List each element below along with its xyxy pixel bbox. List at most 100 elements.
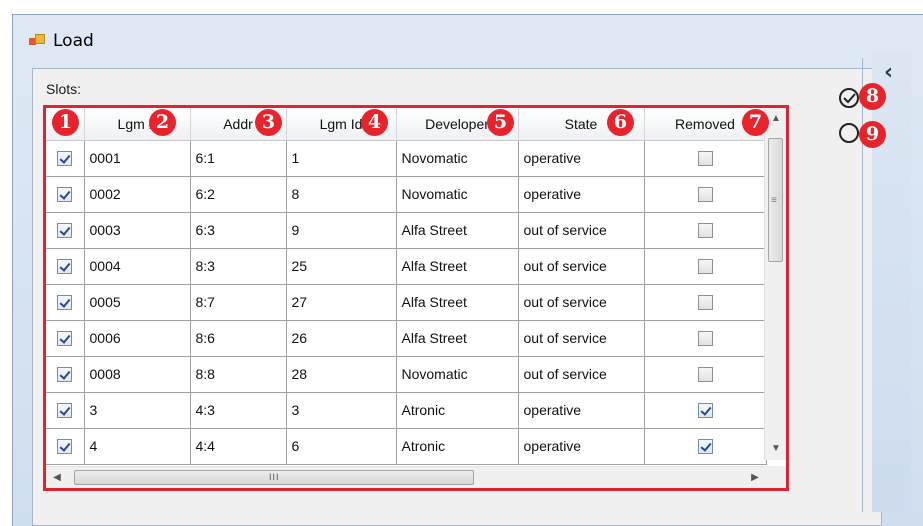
row-select-checkbox[interactable] [57,223,73,239]
cell-developer[interactable]: Novomatic [396,356,519,393]
row-select-cell [46,140,85,177]
row-select-cell [46,248,85,285]
row-select-checkbox[interactable] [57,259,73,275]
row-select-checkbox[interactable] [57,367,73,383]
row-select-cell [46,212,85,249]
row-select-checkbox[interactable] [57,151,73,167]
table-row[interactable]: 0001 6:1 1 Novomatic operative [46,140,767,177]
cell-state[interactable]: operative [518,392,645,429]
annotation-badge-7: 7 [742,109,769,136]
row-select-cell [46,320,85,357]
removed-checkbox[interactable] [697,367,713,383]
cell-addr[interactable]: 8:8 [190,356,287,393]
removed-cell [644,176,767,213]
cell-lgm-id[interactable]: 3 [286,392,397,429]
cell-lgm-no[interactable]: 0001 [84,140,191,177]
cell-lgm-no[interactable]: 0004 [84,248,191,285]
cell-addr[interactable]: 4:4 [190,428,287,465]
cell-lgm-id[interactable]: 28 [286,356,397,393]
cell-lgm-no[interactable]: 0002 [84,176,191,213]
cell-state[interactable]: out of service [518,284,645,321]
cell-lgm-no[interactable]: 0006 [84,320,191,357]
cell-developer[interactable]: Atronic [396,428,519,465]
cell-lgm-id[interactable]: 27 [286,284,397,321]
chevron-left-icon[interactable]: ‹ [884,60,893,85]
row-select-checkbox[interactable] [57,403,73,419]
table-row[interactable]: 0008 8:8 28 Novomatic out of service [46,356,767,393]
slots-table: Lgm # Addr Lgm Id Developer State Remove… [46,108,767,465]
scroll-right-icon[interactable]: ▶ [744,467,766,488]
horizontal-scroll-thumb[interactable]: III [74,470,474,485]
cell-addr[interactable]: 6:3 [190,212,287,249]
cell-lgm-id[interactable]: 26 [286,320,397,357]
row-select-cell [46,176,85,213]
removed-checkbox[interactable] [697,187,713,203]
table-row[interactable]: 4 4:4 6 Atronic operative [46,428,767,465]
cell-state[interactable]: operative [518,176,645,213]
cell-addr[interactable]: 6:1 [190,140,287,177]
row-select-checkbox[interactable] [57,295,73,311]
removed-checkbox[interactable] [697,223,713,239]
cell-lgm-no[interactable]: 0005 [84,284,191,321]
removed-checkbox[interactable] [697,259,713,275]
removed-checkbox[interactable] [697,151,713,167]
cell-lgm-no[interactable]: 4 [84,428,191,465]
cell-lgm-no[interactable]: 0008 [84,356,191,393]
cell-state[interactable]: out of service [518,212,645,249]
cell-addr[interactable]: 6:2 [190,176,287,213]
slots-grid: Lgm # Addr Lgm Id Developer State Remove… [43,105,789,491]
table-row[interactable]: 0003 6:3 9 Alfa Street out of service [46,212,767,249]
table-row[interactable]: 0005 8:7 27 Alfa Street out of service [46,284,767,321]
cell-developer[interactable]: Alfa Street [396,212,519,249]
removed-cell [644,248,767,285]
cell-developer[interactable]: Alfa Street [396,248,519,285]
cell-state[interactable]: operative [518,140,645,177]
cell-developer[interactable]: Alfa Street [396,284,519,321]
table-row[interactable]: 0004 8:3 25 Alfa Street out of service [46,248,767,285]
vertical-grip: ≡ [771,195,777,206]
table-row[interactable]: 0006 8:6 26 Alfa Street out of service [46,320,767,357]
table-row[interactable]: 0002 6:2 8 Novomatic operative [46,176,767,213]
removed-checkbox[interactable] [697,439,713,455]
cell-state[interactable]: out of service [518,356,645,393]
cell-developer[interactable]: Atronic [396,392,519,429]
scroll-down-icon[interactable]: ▼ [765,438,786,460]
annotation-badge-8: 8 [859,83,886,110]
cell-state[interactable]: out of service [518,320,645,357]
cell-state[interactable]: out of service [518,248,645,285]
cell-lgm-id[interactable]: 1 [286,140,397,177]
removed-checkbox[interactable] [697,403,713,419]
cell-addr[interactable]: 8:3 [190,248,287,285]
cell-developer[interactable]: Alfa Street [396,320,519,357]
row-select-checkbox[interactable] [57,439,73,455]
cell-lgm-id[interactable]: 9 [286,212,397,249]
cell-lgm-no[interactable]: 0003 [84,212,191,249]
row-select-cell [46,284,85,321]
row-select-checkbox[interactable] [57,331,73,347]
table-row[interactable]: 3 4:3 3 Atronic operative [46,392,767,429]
cell-addr[interactable]: 8:6 [190,320,287,357]
removed-cell [644,428,767,465]
cell-addr[interactable]: 4:3 [190,392,287,429]
cell-addr[interactable]: 8:7 [190,284,287,321]
scroll-left-icon[interactable]: ◀ [46,467,68,488]
app-icon [29,34,45,48]
cell-lgm-no[interactable]: 3 [84,392,191,429]
cell-developer[interactable]: Novomatic [396,176,519,213]
cell-lgm-id[interactable]: 6 [286,428,397,465]
cell-lgm-id[interactable]: 8 [286,176,397,213]
cell-lgm-id[interactable]: 25 [286,248,397,285]
row-select-checkbox[interactable] [57,187,73,203]
removed-cell [644,212,767,249]
row-select-cell [46,428,85,465]
removed-checkbox[interactable] [697,295,713,311]
horizontal-scrollbar[interactable]: ◀ III ▶ [46,466,766,488]
removed-checkbox[interactable] [697,331,713,347]
annotation-badge-4: 4 [361,109,388,136]
cell-developer[interactable]: Novomatic [396,140,519,177]
annotation-badge-6: 6 [607,109,634,136]
vertical-scrollbar[interactable]: ▲ ≡ ▼ [764,108,786,460]
removed-cell [644,140,767,177]
slots-label: Slots: [46,81,82,97]
cell-state[interactable]: operative [518,428,645,465]
